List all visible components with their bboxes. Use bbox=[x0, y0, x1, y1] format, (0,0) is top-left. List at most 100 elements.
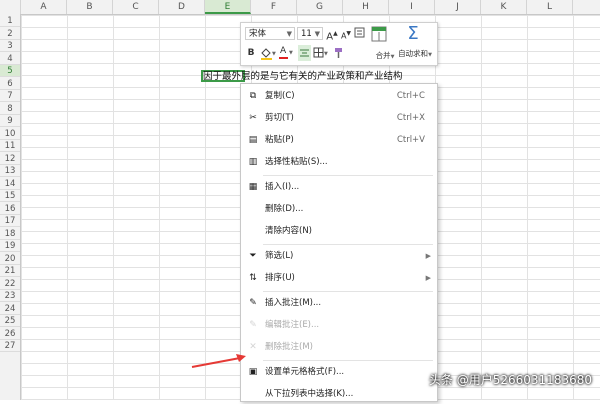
row-header-7[interactable]: 7 bbox=[0, 90, 20, 102]
bold-label: B bbox=[247, 48, 255, 58]
column-header-j[interactable]: J bbox=[435, 0, 481, 14]
font-name-select[interactable]: 宋体 ▼ bbox=[245, 27, 295, 40]
border-button[interactable]: ▼ bbox=[313, 47, 329, 60]
clear-format-icon bbox=[354, 27, 364, 38]
svg-text:▼: ▼ bbox=[324, 51, 328, 57]
insert-icon: ▦ bbox=[248, 182, 258, 192]
fill-color-button[interactable]: ▼ bbox=[260, 47, 276, 60]
row-header-19[interactable]: 19 bbox=[0, 240, 20, 252]
row-header-27[interactable]: 27 bbox=[0, 340, 20, 352]
menu-item-cut[interactable]: ✂ 剪切(T) Ctrl+X bbox=[241, 108, 437, 128]
menu-item-format-cells[interactable]: ▣ 设置单元格格式(F)... bbox=[241, 362, 437, 382]
shrink-font-caret-icon: ▼ bbox=[346, 30, 352, 37]
mini-format-toolbar: 宋体 ▼ 11 ▼ A▲ A▼ B ▼ A ▼ ▼ 合并▼ Σ 自动求和▼ bbox=[240, 22, 438, 66]
row-header-9[interactable]: 9 bbox=[0, 115, 20, 127]
column-header-h[interactable]: H bbox=[343, 0, 389, 14]
row-header-22[interactable]: 22 bbox=[0, 278, 20, 290]
menu-item-sort[interactable]: ⇅ 排序(U) ▶ bbox=[241, 268, 437, 288]
column-header-g[interactable]: G bbox=[297, 0, 343, 14]
filter-icon: ⏷ bbox=[249, 251, 257, 261]
column-header-a[interactable]: A bbox=[21, 0, 67, 14]
edit-comment-icon: ✎ bbox=[249, 320, 257, 330]
row-header-bar: 1 2 3 4 5 6 7 8 9 10 11 12 13 14 15 16 17 18 19 20 21 22 23 24 2… bbox=[0, 14, 21, 400]
row-header-12[interactable]: 12 bbox=[0, 153, 20, 165]
row-header-15[interactable]: 15 bbox=[0, 190, 20, 202]
bold-button[interactable]: B bbox=[246, 47, 256, 60]
row-header-6[interactable]: 6 bbox=[0, 78, 20, 90]
menu-item-label: 复制(C) bbox=[265, 91, 295, 101]
menu-item-paste-special[interactable]: ▥ 选择性粘贴(S)... bbox=[241, 152, 437, 172]
paste-special-icon: ▥ bbox=[248, 157, 258, 167]
menu-separator bbox=[263, 244, 433, 245]
chevron-down-icon: ▼ bbox=[289, 50, 293, 56]
menu-item-paste[interactable]: ▤ 粘贴(P) Ctrl+V bbox=[241, 130, 437, 150]
merge-label: 合并 bbox=[375, 51, 391, 60]
autosum-button[interactable]: Σ 自动求和▼ bbox=[398, 23, 432, 59]
menu-item-spacer bbox=[248, 389, 258, 399]
merge-button[interactable]: 合并▼ bbox=[365, 26, 394, 60]
row-header-18[interactable]: 18 bbox=[0, 228, 20, 240]
cell-e5-text[interactable]: 因于最外层的是与它有关的产业政策和产业结构 bbox=[203, 71, 403, 83]
row-header-24[interactable]: 24 bbox=[0, 303, 20, 315]
clear-format-button[interactable] bbox=[353, 27, 365, 40]
font-color-button[interactable]: A ▼ bbox=[278, 46, 296, 60]
column-header-d[interactable]: D bbox=[159, 0, 205, 14]
row-header-10[interactable]: 10 bbox=[0, 128, 20, 140]
submenu-arrow-icon: ▶ bbox=[425, 274, 431, 282]
menu-item-label: 删除批注(M) bbox=[265, 342, 313, 352]
column-header-k[interactable]: K bbox=[481, 0, 527, 14]
row-header-4[interactable]: 4 bbox=[0, 53, 20, 65]
align-center-button[interactable] bbox=[298, 45, 311, 61]
sigma-icon: Σ bbox=[407, 23, 419, 44]
column-header-f[interactable]: F bbox=[251, 0, 297, 14]
font-size-select[interactable]: 11 ▼ bbox=[297, 27, 323, 40]
grow-font-button[interactable]: A▲ bbox=[326, 27, 338, 42]
menu-item-label: 编辑批注(E)... bbox=[265, 320, 320, 330]
menu-item-spacer bbox=[248, 204, 258, 214]
row-header-1[interactable]: 1 bbox=[0, 15, 20, 27]
paste-icon: ▤ bbox=[248, 135, 258, 145]
column-header-i[interactable]: I bbox=[389, 0, 435, 14]
menu-item-spacer bbox=[248, 226, 258, 236]
column-header-e[interactable]: E bbox=[205, 0, 251, 14]
menu-item-label: 插入批注(M)... bbox=[265, 298, 322, 308]
row-header-11[interactable]: 11 bbox=[0, 140, 20, 152]
row-header-20[interactable]: 20 bbox=[0, 253, 20, 265]
row-header-23[interactable]: 23 bbox=[0, 290, 20, 302]
column-header-l[interactable]: L bbox=[527, 0, 573, 14]
menu-item-delete-comment: ✕ 删除批注(M) bbox=[241, 337, 437, 357]
annotation-arrow-icon bbox=[191, 354, 246, 368]
column-header-b[interactable]: B bbox=[67, 0, 113, 14]
row-header-13[interactable]: 13 bbox=[0, 165, 20, 177]
menu-item-copy[interactable]: ⧉ 复制(C) Ctrl+C bbox=[241, 86, 437, 106]
menu-item-shortcut: Ctrl+C bbox=[396, 91, 425, 101]
menu-item-label: 剪切(T) bbox=[265, 113, 294, 123]
row-header-26[interactable]: 26 bbox=[0, 328, 20, 340]
row-header-2[interactable]: 2 bbox=[0, 28, 20, 40]
menu-item-insert-comment[interactable]: ✎ 插入批注(M)... bbox=[241, 293, 437, 313]
row-header-8[interactable]: 8 bbox=[0, 103, 20, 115]
menu-item-clear[interactable]: 清除内容(N) bbox=[241, 221, 437, 241]
row-header-25[interactable]: 25 bbox=[0, 315, 20, 327]
menu-item-insert[interactable]: ▦ 插入(I)... bbox=[241, 177, 437, 197]
row-header-14[interactable]: 14 bbox=[0, 178, 20, 190]
autosum-label: 自动求和 bbox=[398, 49, 429, 58]
row-header-16[interactable]: 16 bbox=[0, 203, 20, 215]
format-painter-button[interactable] bbox=[332, 47, 346, 60]
menu-separator bbox=[263, 360, 433, 361]
watermark: 头条 @用户5266031183680 bbox=[428, 373, 592, 387]
menu-item-pick-from-list[interactable]: 从下拉列表中选择(K)... bbox=[241, 384, 437, 404]
shrink-font-button[interactable]: A▼ bbox=[340, 27, 352, 41]
menu-item-shortcut: Ctrl+X bbox=[396, 113, 425, 123]
menu-item-label: 排序(U) bbox=[265, 273, 295, 283]
select-all-corner[interactable] bbox=[0, 0, 21, 14]
row-header-21[interactable]: 21 bbox=[0, 265, 20, 277]
column-header-c[interactable]: C bbox=[113, 0, 159, 14]
row-header-5[interactable]: 5 bbox=[0, 65, 20, 77]
menu-separator bbox=[263, 291, 433, 292]
row-header-17[interactable]: 17 bbox=[0, 215, 20, 227]
menu-item-delete[interactable]: 删除(D)... bbox=[241, 199, 437, 219]
menu-item-filter[interactable]: ⏷ 筛选(L) ▶ bbox=[241, 246, 437, 266]
align-center-icon bbox=[300, 49, 309, 57]
row-header-3[interactable]: 3 bbox=[0, 40, 20, 52]
